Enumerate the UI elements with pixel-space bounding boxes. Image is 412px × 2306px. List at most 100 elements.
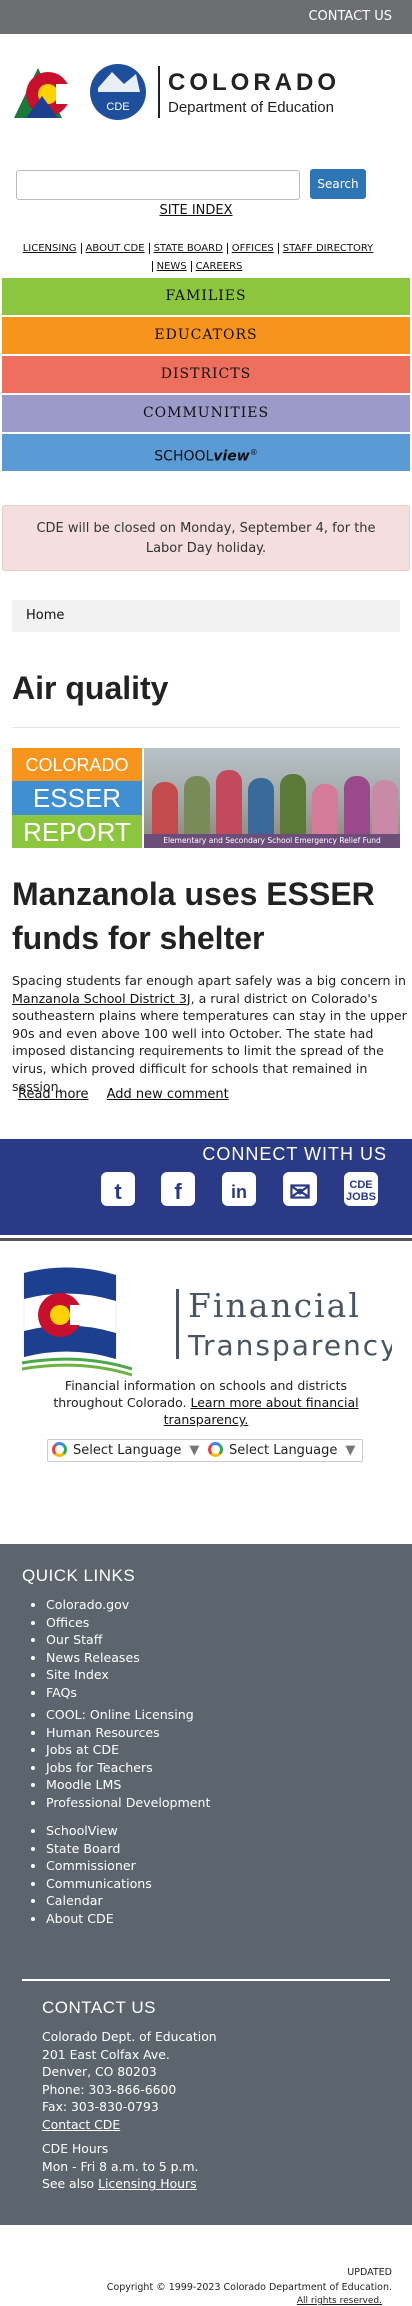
financial-transparency-logo[interactable]: Financial Transparency bbox=[20, 1263, 392, 1378]
page-title: Air quality bbox=[12, 670, 169, 706]
title-divider bbox=[12, 727, 400, 728]
quick-link[interactable]: Professional Development bbox=[46, 1794, 210, 1812]
manzanola-district-link[interactable]: Manzanola School District 3J bbox=[12, 991, 191, 1006]
breadcrumb: Home bbox=[12, 600, 400, 632]
article-body-intro: Spacing students far enough apart safely… bbox=[12, 973, 407, 988]
quick-links-group-3: SchoolView State Board Commissioner Comm… bbox=[46, 1822, 152, 1928]
menu-districts[interactable]: DISTRICTS bbox=[2, 356, 410, 393]
quick-link[interactable]: Our Staff bbox=[46, 1631, 140, 1649]
contact-line: Colorado Dept. of Education bbox=[42, 2029, 217, 2044]
quick-link[interactable]: Jobs at CDE bbox=[46, 1741, 210, 1759]
nav-licensing[interactable]: LICENSING bbox=[20, 243, 80, 254]
cde-logo[interactable]: CDE COLORADO Department of Education bbox=[12, 60, 372, 124]
esser-word-colorado: COLORADO bbox=[12, 748, 142, 782]
cde-jobs-text-a: CDE bbox=[349, 1179, 373, 1191]
quick-link[interactable]: COOL: Online Licensing bbox=[46, 1706, 210, 1724]
cde-hours: CDE Hours Mon - Fri 8 a.m. to 5 p.m. See… bbox=[42, 2140, 199, 2193]
twitter-icon[interactable]: t bbox=[98, 1169, 138, 1209]
language-select-2[interactable]: Select Language ▼ bbox=[208, 1442, 355, 1460]
hours-title: CDE Hours bbox=[42, 2141, 109, 2156]
contact-line: Denver, CO 80203 bbox=[42, 2064, 157, 2080]
nav-offices[interactable]: OFFICES bbox=[229, 243, 277, 254]
colorado-c-logo-icon bbox=[14, 68, 70, 118]
logo-colorado-text: COLORADO bbox=[168, 69, 340, 96]
nav-careers[interactable]: CAREERS bbox=[193, 261, 246, 272]
footer: QUICK LINKS Colorado.gov Offices Our Sta… bbox=[0, 1544, 412, 2225]
quick-link[interactable]: State Board bbox=[46, 1840, 152, 1858]
contact-address: Colorado Dept. of Education 201 East Col… bbox=[42, 2028, 217, 2134]
licensing-hours-link[interactable]: Licensing Hours bbox=[98, 2176, 197, 2191]
nav-about-cde[interactable]: ABOUT CDE bbox=[83, 243, 148, 254]
breadcrumb-home[interactable]: Home bbox=[26, 608, 64, 623]
quick-link[interactable]: Colorado.gov bbox=[46, 1596, 140, 1614]
quick-link[interactable]: Communications bbox=[46, 1875, 152, 1893]
article-body-rest: , a rural district on Colorado's southea… bbox=[12, 990, 407, 1094]
bottom-bar: UPDATED Copyright © 1999-2023 Colorado D… bbox=[0, 2225, 412, 2306]
quick-link[interactable]: Human Resources bbox=[46, 1724, 210, 1742]
search-input[interactable] bbox=[16, 170, 300, 200]
quick-link[interactable]: SchoolView bbox=[46, 1822, 152, 1840]
site-index-link[interactable]: SITE INDEX bbox=[0, 203, 392, 218]
contact-line: Phone: 303-866-6600 bbox=[42, 2081, 177, 2097]
see-also-text: See also bbox=[42, 2176, 99, 2192]
article-title[interactable]: Manzanola uses ESSER funds for shelter bbox=[12, 872, 400, 960]
cde-jobs-icon[interactable]: CDE JOBS bbox=[341, 1169, 381, 1209]
quick-link[interactable]: Commissioner bbox=[46, 1857, 152, 1875]
students-photo: Elementary and Secondary School Emergenc… bbox=[144, 748, 400, 848]
quick-link[interactable]: Jobs for Teachers bbox=[46, 1759, 210, 1777]
contact-us-title: CONTACT US bbox=[42, 1998, 156, 2017]
quick-link[interactable]: Offices bbox=[46, 1614, 140, 1632]
chevron-down-icon: ▼ bbox=[345, 1443, 356, 1458]
copyright-text: Copyright © 1999-2023 Colorado Departmen… bbox=[106, 2282, 392, 2293]
utility-nav-row-1: LICENSING ABOUT CDE STATE BOARD OFFICES STAF… bbox=[10, 240, 386, 258]
holiday-alert: CDE will be closed on Monday, September … bbox=[2, 505, 410, 571]
nav-state-board[interactable]: STATE BOARD bbox=[151, 243, 226, 254]
quick-link[interactable]: Calendar bbox=[46, 1892, 152, 1910]
financial-word: Financial bbox=[188, 1286, 361, 1325]
cde-badge-text: CDE bbox=[106, 101, 129, 113]
read-more-link[interactable]: Read more bbox=[18, 1087, 88, 1102]
facebook-icon[interactable]: f bbox=[158, 1169, 198, 1209]
menu-families[interactable]: FAMILIES bbox=[2, 278, 410, 315]
quick-links-group-1: Colorado.gov Offices Our Staff News Rele… bbox=[46, 1596, 140, 1702]
article-links: Read more Add new comment bbox=[18, 1087, 243, 1102]
menu-schoolview[interactable]: SCHOOLview® bbox=[2, 434, 410, 471]
section-divider bbox=[0, 1238, 412, 1241]
contact-us-link[interactable]: CONTACT US bbox=[308, 9, 392, 24]
email-icon[interactable]: ✉ bbox=[280, 1169, 320, 1209]
quick-link[interactable]: About CDE bbox=[46, 1910, 152, 1928]
language-select-label: Select Language bbox=[229, 1443, 338, 1458]
updated-label: UPDATED bbox=[347, 2267, 392, 2278]
top-bar: CONTACT US bbox=[0, 0, 412, 34]
linkedin-icon[interactable]: in bbox=[219, 1169, 259, 1209]
menu-communities[interactable]: COMMUNITIES bbox=[2, 395, 410, 432]
schoolview-text-a: SCHOOL bbox=[154, 448, 214, 465]
cde-jobs-text-b: JOBS bbox=[346, 1191, 376, 1203]
google-icon bbox=[208, 1442, 223, 1457]
search-button[interactable]: Search bbox=[310, 169, 366, 199]
language-select-1[interactable]: Select Language ▼ bbox=[52, 1442, 199, 1460]
add-comment-link[interactable]: Add new comment bbox=[107, 1087, 229, 1102]
quick-link[interactable]: Moodle LMS bbox=[46, 1776, 210, 1794]
rights-link[interactable]: All rights reserved. bbox=[297, 2296, 382, 2306]
transparency-word: Transparency bbox=[187, 1329, 392, 1362]
colorado-flag-icon bbox=[21, 1267, 133, 1377]
menu-educators[interactable]: EDUCATORS bbox=[2, 317, 410, 354]
footer-divider bbox=[22, 1979, 390, 1981]
page: CONTACT US CDE COLORADO Department of Ed… bbox=[0, 0, 412, 2306]
google-translate-widget: Select Language ▼ Select Language ▼ bbox=[47, 1439, 363, 1462]
financial-transparency-link[interactable]: Learn more about financial transparency. bbox=[164, 1395, 359, 1427]
contact-cde-link[interactable]: Contact CDE bbox=[42, 2117, 120, 2132]
utility-nav-row-2: NEWS CAREERS bbox=[10, 258, 386, 276]
google-icon bbox=[52, 1442, 67, 1457]
logo-department-text: Department of Education bbox=[168, 99, 334, 116]
quick-link[interactable]: FAQs bbox=[46, 1684, 140, 1702]
contact-line: Fax: 303-830-0793 bbox=[42, 2099, 159, 2115]
nav-news[interactable]: NEWS bbox=[154, 261, 190, 272]
quick-link[interactable]: News Releases bbox=[46, 1649, 140, 1667]
connect-title: CONNECT WITH US bbox=[202, 1144, 387, 1164]
esser-report-banner[interactable]: COLORADO ESSER REPORT Elementary and Sec… bbox=[12, 748, 400, 848]
nav-staff-directory[interactable]: STAFF DIRECTORY bbox=[280, 243, 377, 254]
quick-link[interactable]: Site Index bbox=[46, 1666, 140, 1684]
esser-report-logo: COLORADO ESSER REPORT bbox=[12, 748, 142, 848]
